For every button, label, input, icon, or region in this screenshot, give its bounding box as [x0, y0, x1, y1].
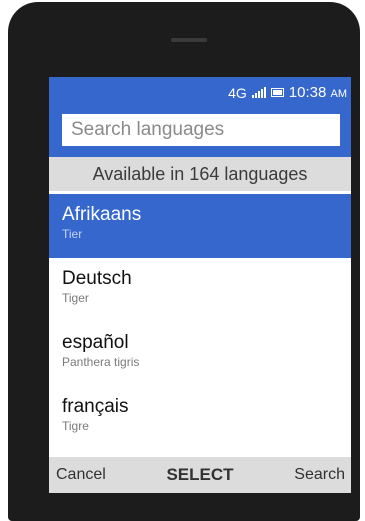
clock: 10:38 AM — [289, 84, 347, 101]
language-name: Afrikaans — [62, 204, 142, 225]
available-languages-header: Available in 164 languages — [49, 157, 351, 191]
earpiece-speaker — [171, 38, 207, 42]
clock-time: 10:38 — [288, 84, 327, 101]
status-indicators: 4G 10:38 AM — [228, 84, 347, 101]
search-softkey[interactable]: Search — [294, 457, 345, 493]
language-item-afrikaans[interactable]: Afrikaans Tier — [49, 194, 351, 258]
softkey-bar: Cancel SELECT Search — [49, 457, 351, 493]
language-translation: Tier — [62, 227, 83, 241]
phone-body: 4G 10:38 AM Available in 164 languages A… — [8, 2, 360, 521]
language-translation: Tigre — [62, 419, 89, 433]
status-bar: 4G 10:38 AM — [49, 77, 351, 107]
language-name: español — [62, 332, 129, 353]
language-item-espanol[interactable]: español Panthera tigris — [49, 322, 351, 386]
language-translation: Panthera tigris — [62, 355, 140, 369]
language-list: Afrikaans Tier Deutsch Tiger español Pan… — [49, 194, 351, 450]
language-translation: Tiger — [62, 291, 89, 305]
phone-screen: 4G 10:38 AM Available in 164 languages A… — [49, 77, 351, 493]
language-item-deutsch[interactable]: Deutsch Tiger — [49, 258, 351, 322]
signal-bars-icon — [251, 87, 266, 98]
search-input[interactable] — [62, 114, 340, 146]
language-item-francais[interactable]: français Tigre — [49, 386, 351, 450]
language-name: Deutsch — [62, 268, 132, 289]
clock-meridiem: AM — [330, 88, 348, 100]
language-name: français — [62, 396, 129, 417]
battery-icon — [270, 88, 284, 97]
search-area — [49, 107, 351, 157]
network-type-label: 4G — [228, 84, 247, 101]
